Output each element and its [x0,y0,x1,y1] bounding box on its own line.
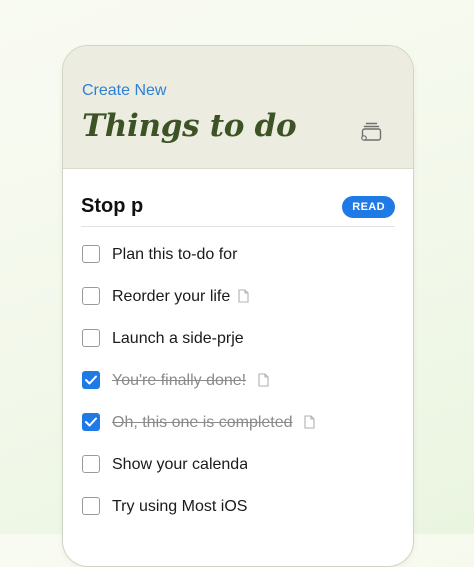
todo-label: Plan this to-do for [112,246,238,263]
todo-item[interactable]: Reorder your life [82,277,402,319]
todo-checkbox[interactable] [82,245,100,263]
todo-label: Reorder your life [112,288,231,305]
todo-checkbox[interactable] [82,497,100,515]
section-title: Stop p [81,195,144,217]
section-header: Stop p READ [81,169,395,227]
checkmark-icon [85,375,97,385]
read-badge[interactable]: READ [342,196,395,218]
todo-item[interactable]: Try using Most iOS [82,487,402,529]
stack-button[interactable] [359,118,385,144]
todo-list: Plan this to-do for Reorder your life La… [82,235,402,529]
checkmark-icon [85,417,97,427]
create-new-button[interactable]: Create New [82,82,166,100]
todo-checkbox-checked[interactable] [82,371,100,389]
todo-item[interactable]: Launch a side-prje [82,319,402,361]
todo-checkbox-checked[interactable] [82,413,100,431]
todo-label: Try using Most iOS [112,498,247,515]
todo-item[interactable]: Show your calenda [82,445,402,487]
todo-checkbox[interactable] [82,329,100,347]
stack-icon [361,122,382,141]
todo-label-completed: Oh, this one is completed [112,414,293,431]
header: Create New Things to do [63,46,413,169]
todo-label: Show your calenda [112,456,247,473]
todo-label-completed: You're finally done! [112,372,247,389]
note-icon [238,289,249,303]
note-icon [304,415,315,429]
todo-item[interactable]: Plan this to-do for [82,235,402,277]
todo-item[interactable]: You're finally done! [82,361,402,403]
todo-item[interactable]: Oh, this one is completed [82,403,402,445]
todo-label: Launch a side-prje [112,330,244,347]
todo-checkbox[interactable] [82,455,100,473]
note-icon [258,373,269,387]
page-title: Things to do [82,108,297,144]
todo-checkbox[interactable] [82,287,100,305]
